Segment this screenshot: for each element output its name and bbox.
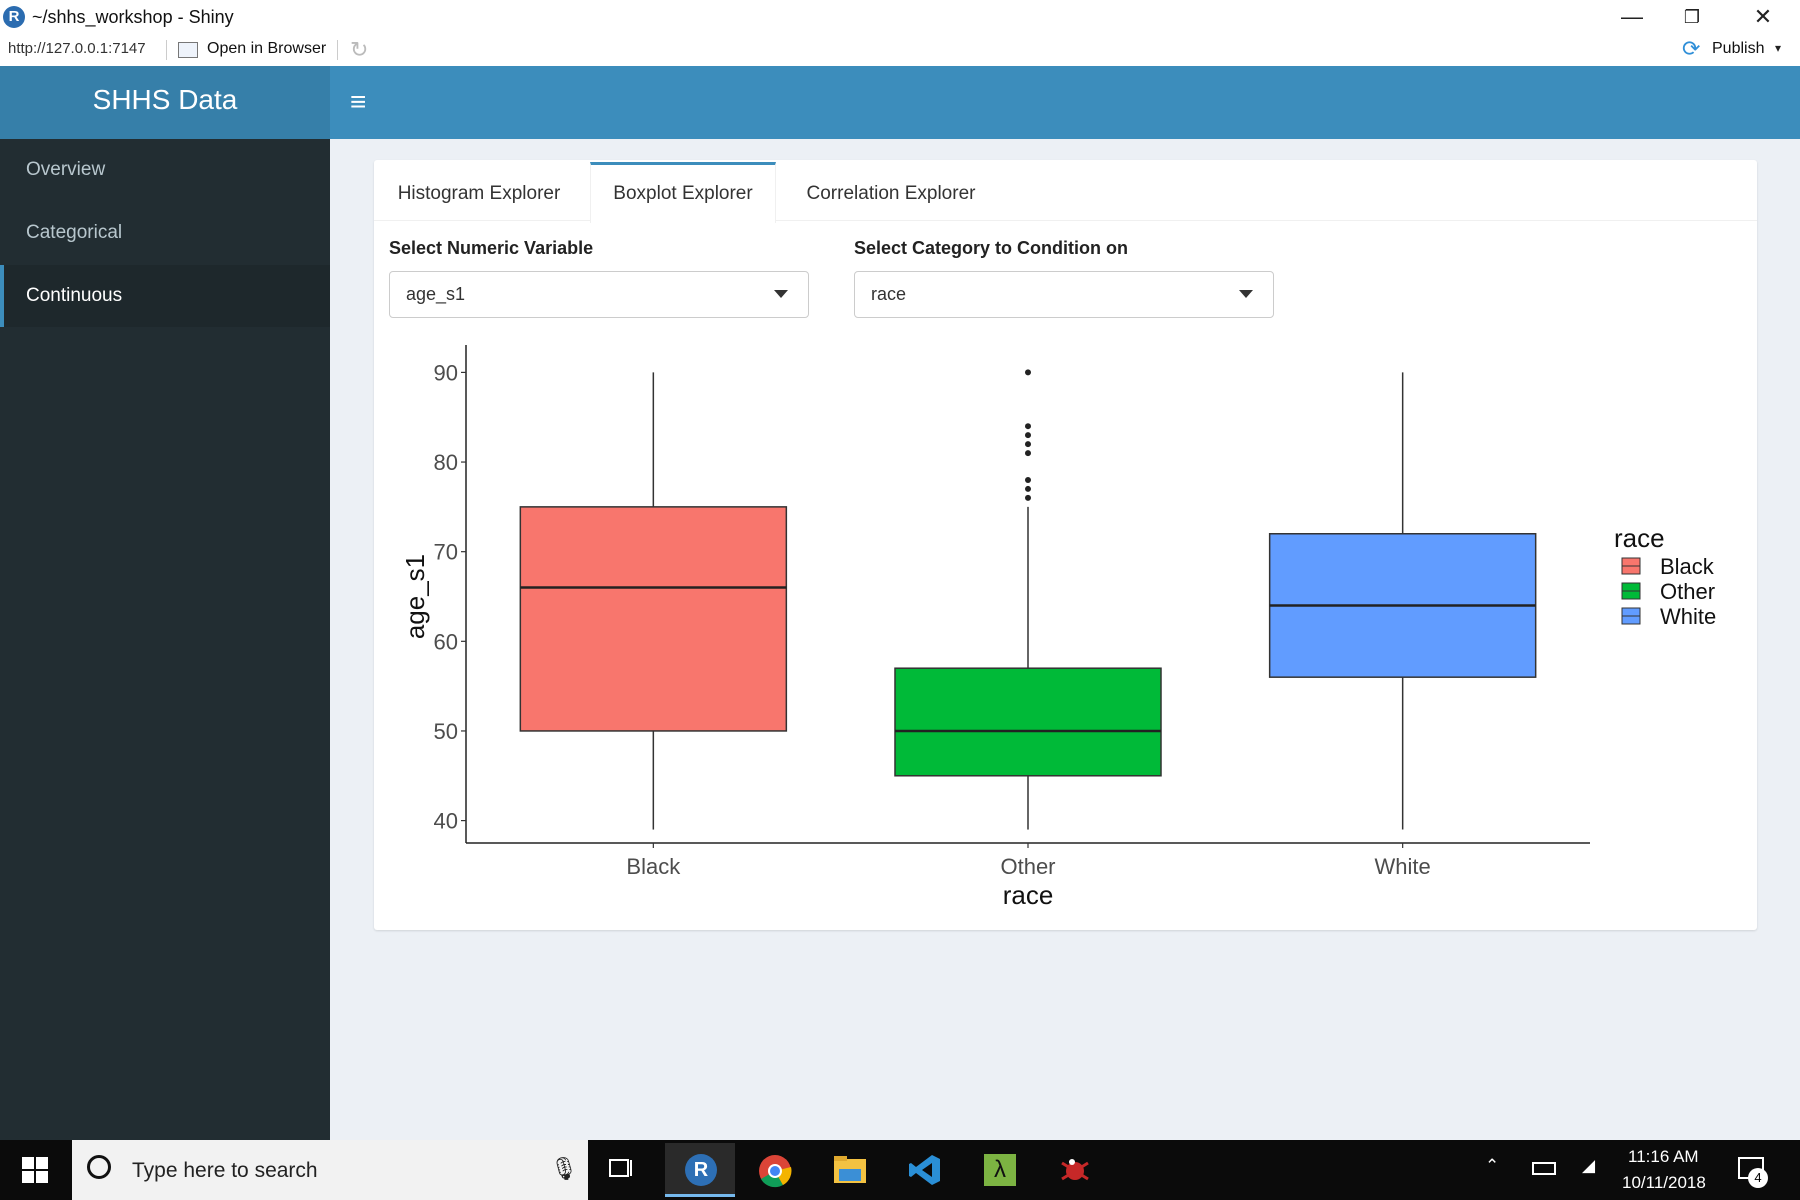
microphone-icon[interactable]: 🎙 — [550, 1156, 578, 1182]
sidebar-item-label: Continuous — [26, 285, 123, 306]
clock-time[interactable]: 11:16 AM — [1628, 1147, 1699, 1167]
x-tick-label: Other — [1000, 854, 1055, 879]
caret-down-icon — [774, 290, 788, 298]
y-tick-label: 50 — [434, 719, 458, 744]
outlier-point — [1025, 423, 1031, 430]
header-bar — [330, 66, 1800, 139]
legend-label: White — [1660, 604, 1716, 629]
outlier-point — [1025, 441, 1031, 448]
publish-button[interactable]: Publish — [1712, 40, 1764, 58]
chevron-up-icon[interactable]: ⌃ — [1485, 1156, 1499, 1176]
notification-count-badge: 4 — [1748, 1168, 1768, 1188]
bug-icon — [1061, 1159, 1089, 1181]
caret-down-icon — [1239, 290, 1253, 298]
sidebar-item-continuous[interactable]: Continuous — [0, 265, 330, 327]
taskbar-chrome-app[interactable] — [740, 1143, 810, 1197]
window-title: ~/shhs_workshop - Shiny — [32, 7, 234, 27]
close-button[interactable]: ✕ — [1728, 0, 1798, 34]
toolbar-divider — [337, 40, 338, 60]
clock-date[interactable]: 10/11/2018 — [1622, 1173, 1706, 1193]
tab-histogram-explorer[interactable]: Histogram Explorer — [374, 162, 584, 220]
outlier-point — [1025, 369, 1031, 376]
publish-icon[interactable]: ⟳ — [1682, 36, 1700, 62]
folder-icon — [834, 1156, 866, 1183]
sidebar-item-label: Overview — [26, 159, 106, 180]
window-title-bar — [0, 0, 1800, 34]
x-tick-label: Black — [626, 854, 681, 879]
outlier-point — [1025, 494, 1031, 501]
outlier-point — [1025, 432, 1031, 439]
category-label: Select Category to Condition on — [854, 238, 1129, 258]
restore-button[interactable]: ❐ — [1657, 0, 1727, 34]
outlier-point — [1025, 450, 1031, 457]
numeric-variable-label: Select Numeric Variable — [389, 238, 594, 258]
category-select[interactable]: race — [854, 271, 1274, 318]
y-tick-label: 60 — [434, 629, 458, 654]
select-value: race — [871, 284, 907, 304]
taskbar-lambda-app[interactable]: λ — [965, 1143, 1035, 1197]
r-app-icon: R — [685, 1154, 717, 1186]
taskbar-explorer-app[interactable] — [815, 1143, 885, 1197]
sidebar-item-label: Categorical — [26, 222, 123, 243]
taskbar-bug-app[interactable] — [1040, 1143, 1110, 1197]
tab-boxplot-explorer[interactable]: Boxplot Explorer — [590, 162, 776, 223]
vscode-icon — [909, 1155, 940, 1185]
box-black — [519, 506, 788, 732]
y-tick-label: 40 — [434, 809, 458, 834]
outlier-point — [1025, 476, 1031, 483]
chevron-down-icon[interactable]: ▾ — [1775, 41, 1781, 55]
x-tick-label: White — [1375, 854, 1431, 879]
open-in-browser-icon[interactable] — [178, 42, 198, 58]
task-view-icon[interactable] — [608, 1155, 636, 1183]
x-axis-title: race — [1003, 880, 1054, 910]
legend-label: Other — [1660, 579, 1715, 604]
taskbar-vscode-app[interactable] — [890, 1143, 960, 1197]
hamburger-menu-icon[interactable]: ≡ — [350, 86, 366, 118]
box-other — [894, 667, 1162, 777]
legend-label: Black — [1660, 554, 1715, 579]
wifi-icon[interactable]: ◢ — [1582, 1156, 1595, 1176]
sidebar-item-overview[interactable]: Overview — [0, 139, 330, 201]
legend-title: race — [1614, 523, 1665, 553]
numeric-variable-select[interactable]: age_s1 — [389, 271, 809, 318]
windows-start-icon[interactable] — [22, 1157, 48, 1183]
search-placeholder[interactable]: Type here to search — [132, 1159, 318, 1183]
chrome-icon — [759, 1155, 792, 1188]
y-tick-label: 90 — [434, 360, 458, 385]
boxplot-chart: 405060708090Black Other Whiteraceage_s1rac… — [400, 345, 1716, 910]
url-text: http://127.0.0.1:7147 — [8, 40, 146, 57]
cortana-icon[interactable] — [87, 1155, 111, 1179]
refresh-icon[interactable]: ↻ — [350, 37, 368, 63]
y-tick-label: 70 — [434, 540, 458, 565]
taskbar-r-app[interactable]: R — [665, 1143, 735, 1197]
app-logo[interactable]: SHHS Data — [0, 84, 330, 116]
r-logo-icon: R — [3, 6, 25, 28]
outlier-point — [1025, 485, 1031, 492]
tab-correlation-explorer[interactable]: Correlation Explorer — [784, 162, 998, 220]
open-in-browser-button[interactable]: Open in Browser — [207, 40, 326, 58]
y-tick-label: 80 — [434, 450, 458, 475]
battery-icon[interactable] — [1532, 1162, 1556, 1175]
select-value: age_s1 — [406, 284, 466, 304]
sidebar-item-categorical[interactable]: Categorical — [0, 202, 330, 264]
lambda-icon: λ — [984, 1154, 1016, 1186]
toolbar-divider — [166, 40, 167, 60]
y-axis-title: age_s1 — [400, 554, 430, 639]
tab-divider — [374, 220, 1757, 221]
